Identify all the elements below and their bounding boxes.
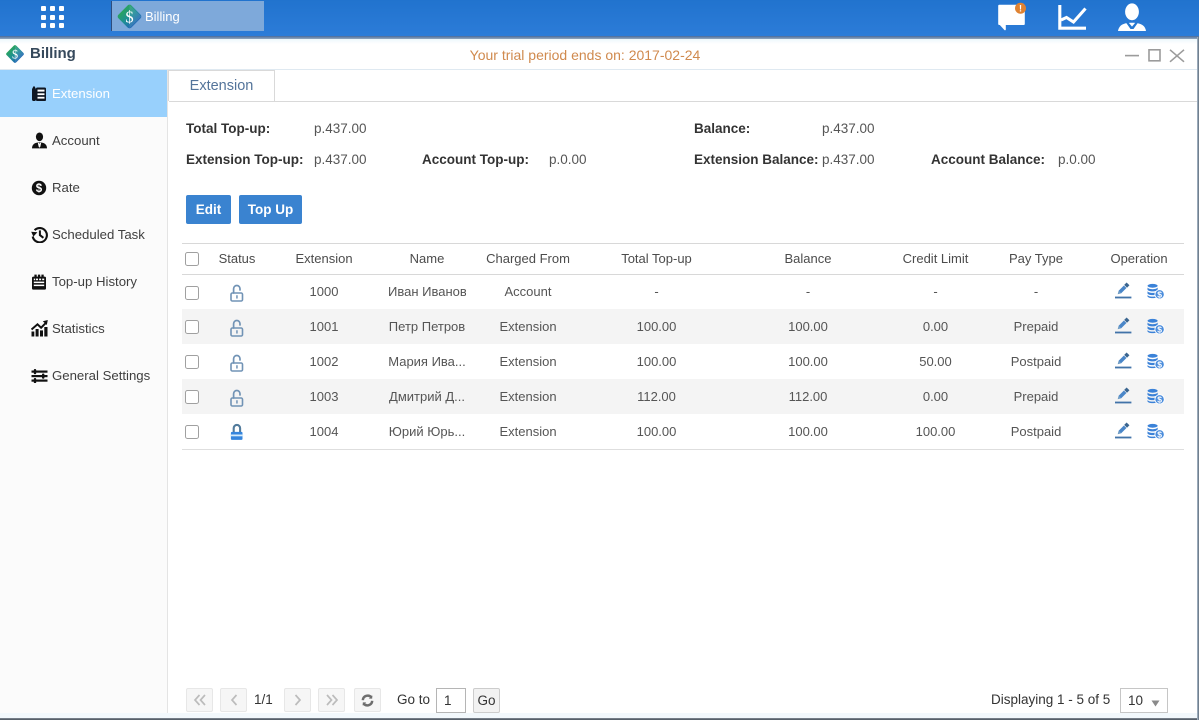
svg-text:$: $ (1157, 325, 1162, 335)
svg-text:$: $ (1157, 360, 1162, 370)
svg-text:$: $ (125, 7, 133, 26)
svg-text:$: $ (36, 183, 43, 195)
svg-text:!: ! (1019, 4, 1022, 14)
svg-text:$: $ (1157, 290, 1162, 300)
svg-text:$: $ (1157, 429, 1162, 439)
svg-text:$: $ (1157, 395, 1162, 405)
